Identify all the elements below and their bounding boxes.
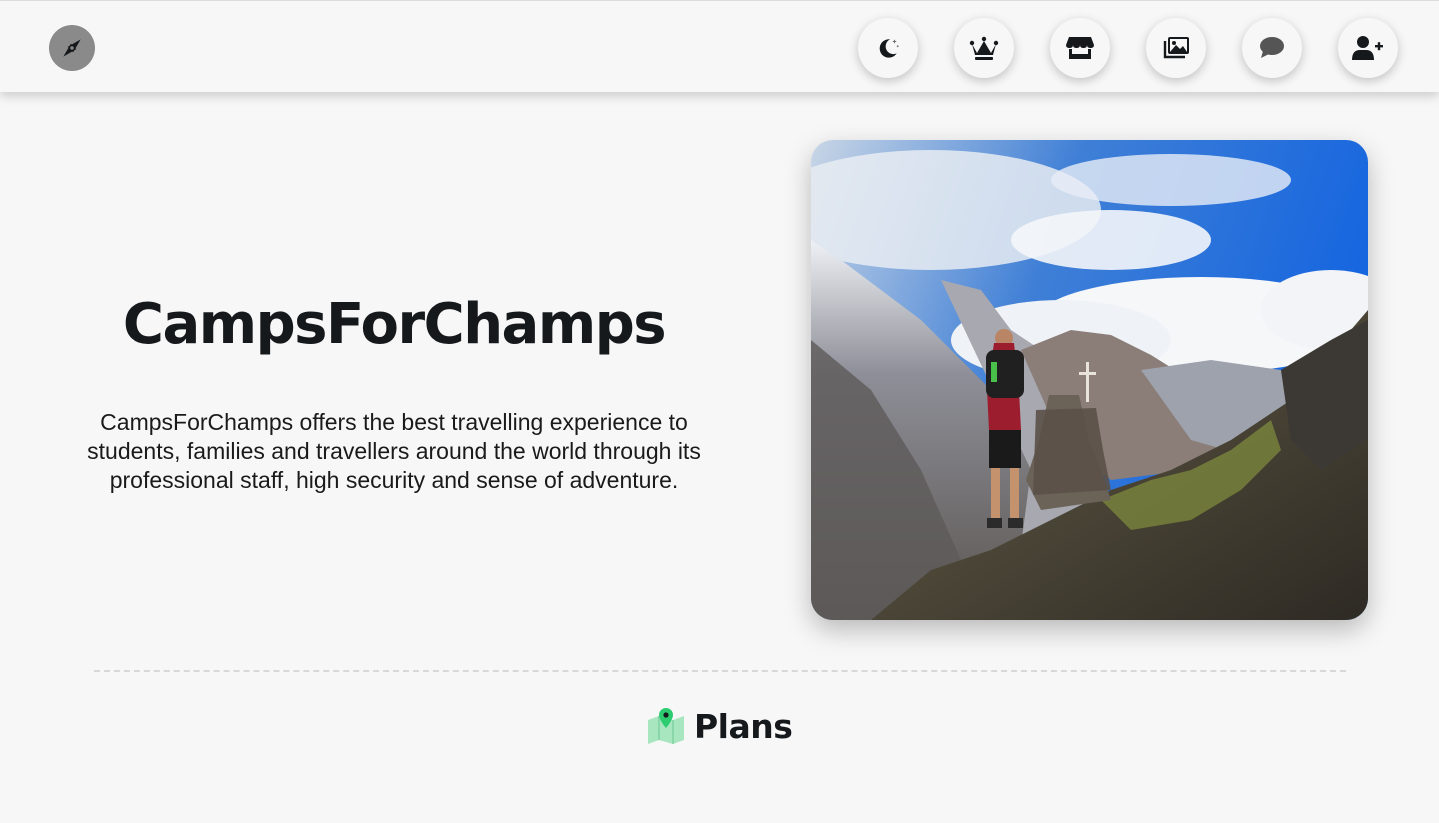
sign-up-button[interactable] (1338, 18, 1398, 78)
map-pin-icon (648, 708, 684, 744)
hero-title: CampsForChamps (122, 292, 667, 357)
images-icon (1163, 37, 1189, 59)
hero-description: CampsForChamps offers the best travellin… (87, 409, 701, 493)
moon-stars-icon (879, 39, 900, 58)
hero-image (811, 140, 1368, 620)
comment-icon (1260, 37, 1284, 58)
chat-button[interactable] (1242, 18, 1302, 78)
user-plus-icon (1352, 36, 1383, 60)
hero-text: CampsForChamps CampsForChamps offers the… (60, 280, 728, 495)
section-divider (94, 670, 1346, 672)
dark-mode-button[interactable] (858, 18, 918, 78)
crown-icon (969, 36, 999, 60)
gallery-button[interactable] (1146, 18, 1206, 78)
home-compass-button[interactable] (49, 25, 95, 71)
store-button[interactable] (1050, 18, 1110, 78)
compass-icon (63, 39, 81, 57)
navbar (0, 0, 1439, 92)
premium-button[interactable] (954, 18, 1014, 78)
plans-heading: Plans (646, 706, 793, 746)
store-icon (1066, 37, 1094, 59)
plans-title: Plans (694, 706, 793, 746)
nav-buttons (858, 18, 1398, 78)
hiker-on-mountain-photo (811, 140, 1368, 620)
